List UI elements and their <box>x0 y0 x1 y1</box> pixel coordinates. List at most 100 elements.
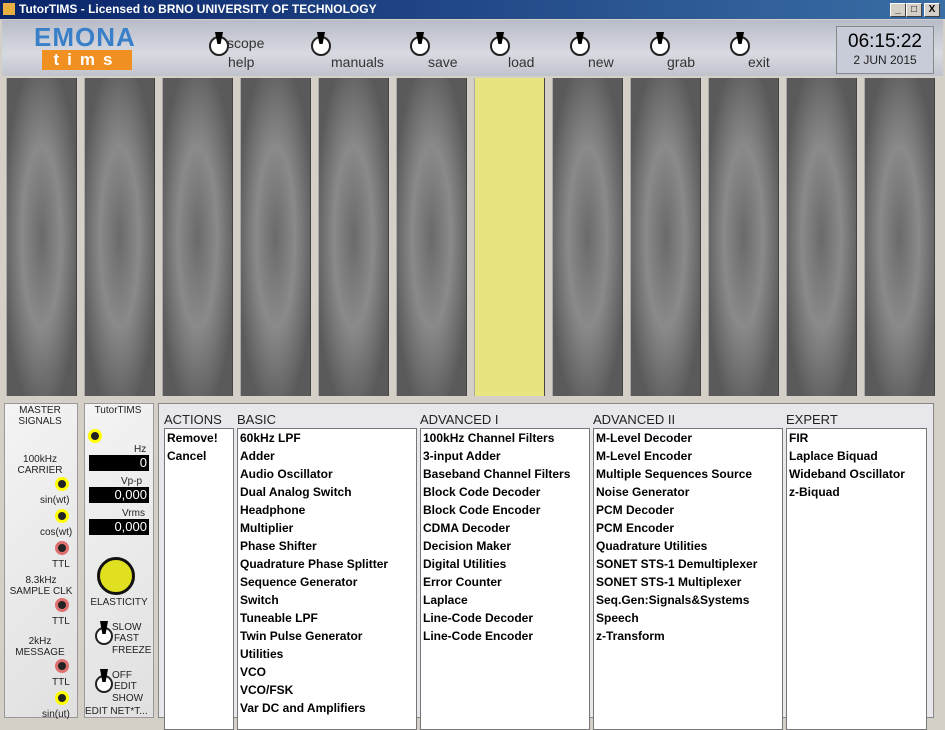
module-slot[interactable] <box>474 78 545 396</box>
sample-ttl-label: TTL <box>52 616 70 627</box>
module-list-item[interactable]: Var DC and Amplifiers <box>238 699 416 717</box>
minimize-button[interactable]: _ <box>890 3 906 17</box>
message-ttl-jack[interactable] <box>55 659 69 673</box>
module-slot[interactable] <box>6 78 77 396</box>
module-slot[interactable] <box>552 78 623 396</box>
module-slot[interactable] <box>162 78 233 396</box>
vrms-display: 0,000 <box>89 519 149 535</box>
module-list-item[interactable]: Sequence Generator <box>238 573 416 591</box>
message-sin-jack[interactable] <box>55 691 69 705</box>
module-slot[interactable] <box>84 78 155 396</box>
scope-help-switch[interactable] <box>209 36 229 56</box>
edit-label: EDIT <box>114 681 137 692</box>
sin-jack[interactable] <box>55 477 69 491</box>
module-list-item[interactable]: Dual Analog Switch <box>238 483 416 501</box>
actions-list: Remove! Cancel <box>164 428 234 730</box>
module-list-item[interactable]: PCM Encoder <box>594 519 782 537</box>
module-list-item[interactable]: Cancel <box>165 447 233 465</box>
module-list-item[interactable]: Quadrature Phase Splitter <box>238 555 416 573</box>
module-list-item[interactable]: Line-Code Encoder <box>421 627 589 645</box>
save-label[interactable]: save <box>428 54 458 70</box>
module-list-item[interactable]: FIR <box>787 429 926 447</box>
module-list-item[interactable]: Baseband Channel Filters <box>421 465 589 483</box>
vpp-label: Vp-p <box>121 476 143 487</box>
grab-switch[interactable] <box>650 36 670 56</box>
module-slot[interactable] <box>318 78 389 396</box>
module-list-item[interactable]: z-Biquad <box>787 483 926 501</box>
module-list-item[interactable]: Quadrature Utilities <box>594 537 782 555</box>
module-list-item[interactable]: Utilities <box>238 645 416 663</box>
edit-switch[interactable] <box>95 675 113 693</box>
module-list-item[interactable]: Multiple Sequences Source <box>594 465 782 483</box>
module-slot[interactable] <box>240 78 311 396</box>
module-list-item[interactable]: Line-Code Decoder <box>421 609 589 627</box>
new-label[interactable]: new <box>588 54 614 70</box>
window-title: TutorTIMS - Licensed to BRNO UNIVERSITY … <box>19 2 377 16</box>
module-list-item[interactable]: Audio Oscillator <box>238 465 416 483</box>
module-list-item[interactable]: Adder <box>238 447 416 465</box>
message-sin-label: sin(ut) <box>42 709 70 720</box>
module-list-item[interactable]: Laplace Biquad <box>787 447 926 465</box>
load-switch[interactable] <box>490 36 510 56</box>
module-list-item[interactable]: M-Level Encoder <box>594 447 782 465</box>
module-list-item[interactable]: Decision Maker <box>421 537 589 555</box>
module-list-item[interactable]: 60kHz LPF <box>238 429 416 447</box>
module-list-item[interactable]: Noise Generator <box>594 483 782 501</box>
speed-switch[interactable] <box>95 627 113 645</box>
module-list-item[interactable]: VCO <box>238 663 416 681</box>
module-list-item[interactable]: Tuneable LPF <box>238 609 416 627</box>
manuals-switch[interactable] <box>311 36 331 56</box>
sample-ttl-jack[interactable] <box>55 598 69 612</box>
module-list-item[interactable]: Block Code Decoder <box>421 483 589 501</box>
exit-switch[interactable] <box>730 36 750 56</box>
load-label[interactable]: load <box>508 54 534 70</box>
new-switch[interactable] <box>570 36 590 56</box>
module-list-item[interactable]: Multiplier <box>238 519 416 537</box>
scope-label[interactable]: scope <box>227 35 264 51</box>
message-label: 2kHz MESSAGE <box>4 636 76 658</box>
elasticity-knob[interactable] <box>97 557 135 595</box>
module-list-item[interactable]: Error Counter <box>421 573 589 591</box>
grab-label[interactable]: grab <box>667 54 695 70</box>
module-list-item[interactable]: VCO/FSK <box>238 681 416 699</box>
module-list-item[interactable]: Laplace <box>421 591 589 609</box>
module-list-item[interactable]: Digital Utilities <box>421 555 589 573</box>
module-slot[interactable] <box>396 78 467 396</box>
master-title: MASTER SIGNALS <box>4 405 76 427</box>
module-list-item[interactable]: 3-input Adder <box>421 447 589 465</box>
module-slot[interactable] <box>864 78 935 396</box>
exit-label[interactable]: exit <box>748 54 770 70</box>
module-list-item[interactable]: Seq.Gen:Signals&Systems <box>594 591 782 609</box>
manuals-label[interactable]: manuals <box>331 54 384 70</box>
module-list-item[interactable]: Remove! <box>165 429 233 447</box>
module-list-item[interactable]: Wideband Oscillator <box>787 465 926 483</box>
close-button[interactable]: X <box>924 3 940 17</box>
module-list-item[interactable]: SONET STS-1 Multiplexer <box>594 573 782 591</box>
help-label[interactable]: help <box>228 54 254 70</box>
sample-text: SAMPLE CLK <box>9 586 73 597</box>
sample-freq: 8.3kHz <box>25 575 57 586</box>
save-switch[interactable] <box>410 36 430 56</box>
module-list-item[interactable]: CDMA Decoder <box>421 519 589 537</box>
advanced-2-header: ADVANCED II <box>593 412 676 427</box>
title-bar: TutorTIMS - Licensed to BRNO UNIVERSITY … <box>0 0 945 19</box>
module-list-item[interactable]: PCM Decoder <box>594 501 782 519</box>
module-slot[interactable] <box>786 78 857 396</box>
module-list-item[interactable]: 100kHz Channel Filters <box>421 429 589 447</box>
module-list-item[interactable]: Speech <box>594 609 782 627</box>
carrier-ttl-jack[interactable] <box>55 541 69 555</box>
cos-jack[interactable] <box>55 509 69 523</box>
module-slot[interactable] <box>708 78 779 396</box>
module-list-item[interactable]: SONET STS-1 Demultiplexer <box>594 555 782 573</box>
module-list-item[interactable]: Headphone <box>238 501 416 519</box>
module-slot[interactable] <box>630 78 701 396</box>
module-list-item[interactable]: z-Transform <box>594 627 782 645</box>
input-jack[interactable] <box>88 429 102 443</box>
module-list-item[interactable]: Block Code Encoder <box>421 501 589 519</box>
module-list-item[interactable]: Switch <box>238 591 416 609</box>
module-list-item[interactable]: Twin Pulse Generator <box>238 627 416 645</box>
module-list-item[interactable]: M-Level Decoder <box>594 429 782 447</box>
maximize-button[interactable]: □ <box>906 3 922 17</box>
master-title-2: SIGNALS <box>18 416 62 427</box>
module-list-item[interactable]: Phase Shifter <box>238 537 416 555</box>
